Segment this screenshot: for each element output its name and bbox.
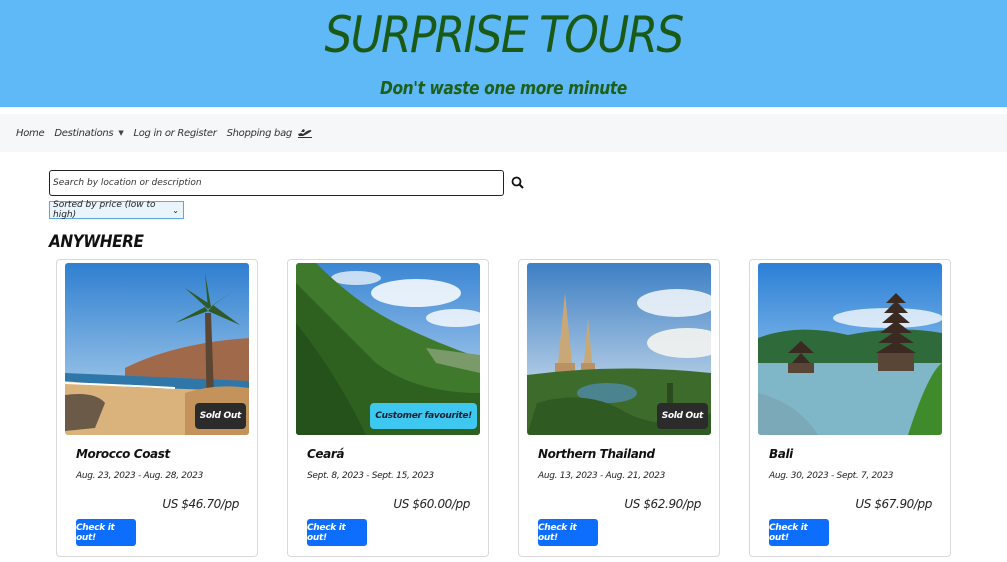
nav-login-register[interactable]: Log in or Register [133,128,216,139]
tour-dates: Aug. 23, 2023 - Aug. 28, 2023 [76,471,204,481]
tour-dates: Aug. 13, 2023 - Aug. 21, 2023 [538,471,666,481]
nav-login-label: Log in or Register [133,127,217,139]
sort-selected-value: Sorted by price (low to high) [53,200,156,220]
tour-price: US $67.90/pp [855,497,932,511]
tour-card: Sold Out Northern Thailand Aug. 13, 2023… [518,259,720,557]
tour-card: Bali Aug. 30, 2023 - Sept. 7, 2023 US $6… [749,259,951,557]
tour-image: Customer favourite! [296,263,480,435]
tour-name: Ceará [307,447,345,461]
sold-out-badge: Sold Out [194,403,246,429]
check-it-out-button[interactable]: Check it out! [76,519,136,546]
airplane-icon [297,126,313,141]
tour-image: Sold Out [527,263,711,435]
tour-price: US $62.90/pp [624,497,701,511]
tour-name: Morocco Coast [76,447,170,461]
tour-card: Sold Out Morocco Coast Aug. 23, 2023 - A… [56,259,258,557]
search-input[interactable] [49,170,504,196]
navbar: Home Destinations ▼ Log in or Register Sh… [0,114,1007,152]
section-heading: ANYWHERE [49,232,144,252]
customer-favourite-badge: Customer favourite! [370,403,477,429]
sort-select[interactable]: Sorted by price (low to high) ⌄ [49,200,184,220]
site-title: SURPRISE TOURS [324,6,684,64]
tour-price: US $60.00/pp [393,497,470,511]
tour-dates: Sept. 8, 2023 - Sept. 15, 2023 [307,471,434,481]
nav-bag-label: Shopping bag [226,127,293,139]
sold-out-badge: Sold Out [656,403,708,429]
tour-name: Bali [769,447,793,461]
nav-destinations-label: Destinations [54,127,114,139]
chevron-down-icon: ▼ [118,129,124,137]
hero-banner: SURPRISE TOURS Don't waste one more minu… [0,0,1007,107]
tour-price: US $46.70/pp [162,497,239,511]
search-icon[interactable] [510,175,526,191]
nav-destinations[interactable]: Destinations ▼ [54,128,123,139]
check-it-out-button[interactable]: Check it out! [307,519,367,546]
tour-image [758,263,942,435]
check-it-out-button[interactable]: Check it out! [769,519,829,546]
check-it-out-button[interactable]: Check it out! [538,519,598,546]
tour-name: Northern Thailand [538,447,655,461]
site-tagline: Don't waste one more minute [380,78,627,99]
chevron-down-icon: ⌄ [172,205,179,215]
tour-dates: Aug. 30, 2023 - Sept. 7, 2023 [769,471,894,481]
nav-shopping-bag[interactable]: Shopping bag [227,126,313,141]
nav-home-label: Home [16,127,45,139]
tour-image: Sold Out [65,263,249,435]
nav-home[interactable]: Home [16,127,45,139]
tour-card: Customer favourite! Ceará Sept. 8, 2023 … [287,259,489,557]
